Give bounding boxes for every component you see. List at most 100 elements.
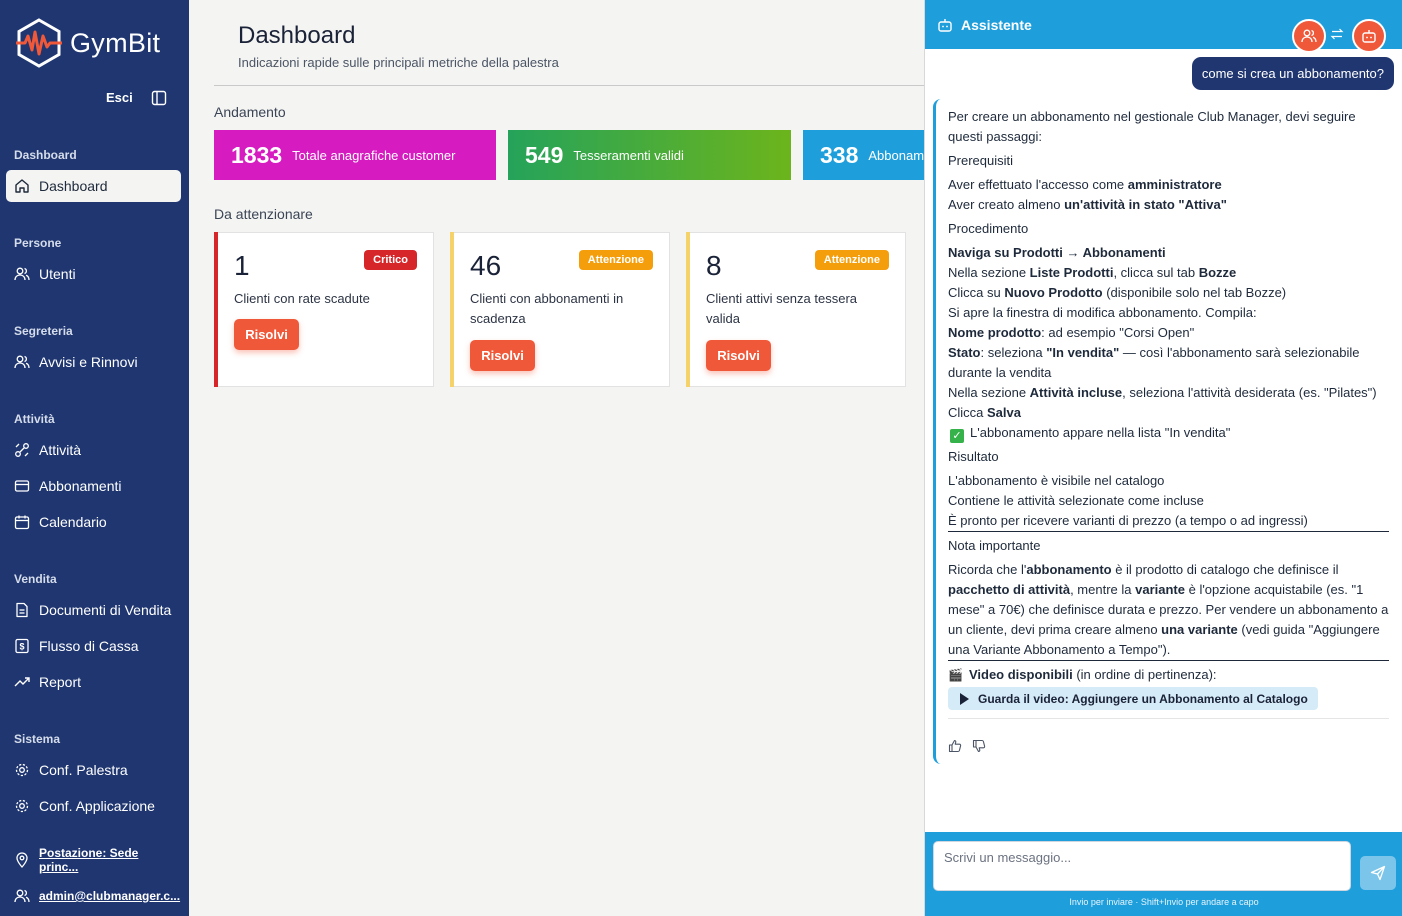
alert-description: Clienti con abbonamenti in scadenza: [470, 291, 624, 326]
resolve-button[interactable]: Risolvi: [706, 340, 771, 371]
sidebar-item-calendario[interactable]: Calendario: [6, 506, 181, 538]
sidebar-item-avvisi-rinnovi[interactable]: Avvisi e Rinnovi: [6, 346, 181, 378]
divider: [948, 531, 1389, 532]
answer-intro: Per creare un abbonamento nel gestionale…: [948, 109, 1356, 144]
gear-icon: [15, 763, 29, 777]
user-message-bubble: come si crea un abbonamento?: [1191, 57, 1394, 90]
metric-value: 1833: [231, 141, 283, 168]
procedure-step: Clicca Salva: [948, 405, 1021, 420]
procedure-step: Naviga su Prodotti → Abbonamenti: [948, 245, 1166, 260]
alert-card-senza-tessera: 8 Attenzione Clienti attivi senza tesser…: [686, 232, 906, 387]
procedure-step: Stato: seleziona "In vendita" — così l'a…: [948, 345, 1360, 380]
metric-label: Tesseramenti validi: [573, 147, 684, 163]
sidebar-item-label: Conf. Palestra: [39, 762, 128, 778]
sidebar-item-label: Attività: [39, 442, 82, 458]
trend-icon: [14, 677, 30, 687]
main-content: Dashboard Indicazioni rapide sulle princ…: [189, 0, 924, 916]
section-title-vendita: Vendita: [14, 572, 57, 586]
assistant-message-body: Per creare un abbonamento nel gestionale…: [948, 107, 1393, 719]
procedure-title: Procedimento: [948, 221, 1029, 236]
watch-video-button[interactable]: Guarda il video: Aggiungere un Abbonamen…: [948, 687, 1318, 710]
note-body: Ricorda che l'abbonamento è il prodotto …: [948, 562, 1389, 657]
metric-value: 549: [525, 141, 564, 168]
metric-tesseramenti[interactable]: 549 Tesseramenti validi: [508, 130, 791, 180]
note-title: Nota importante: [948, 538, 1041, 553]
section-title-dashboard: Dashboard: [14, 148, 77, 162]
user-account[interactable]: admin@clubmanager.c...: [6, 880, 181, 912]
sidebar-item-label: Dashboard: [39, 178, 108, 194]
sidebar-item-conf-palestra[interactable]: Conf. Palestra: [6, 754, 181, 786]
bot-mode-button[interactable]: [1352, 19, 1386, 53]
composer: Invio per inviare · Shift+Invio per anda…: [925, 832, 1402, 916]
card-accent-bar: [450, 232, 454, 387]
page-subtitle: Indicazioni rapide sulle principali metr…: [238, 55, 559, 70]
thumbs-up-icon[interactable]: [948, 739, 962, 753]
users-icon: [14, 355, 30, 369]
logo-hexagon-icon: [16, 18, 62, 68]
app-logo[interactable]: GymBit: [16, 18, 160, 68]
swap-icon[interactable]: [1330, 27, 1344, 41]
section-title-attivita: Attività: [14, 412, 55, 426]
result-item: L'abbonamento è visibile nel catalogo: [948, 473, 1165, 488]
user-icon: [14, 889, 30, 903]
checkmark-icon: ✓: [950, 429, 964, 443]
alert-card-abbonamenti-scadenza: 46 Attenzione Clienti con abbonamenti in…: [450, 232, 670, 387]
sidebar-item-attivita[interactable]: Attività: [6, 434, 181, 466]
page-title: Dashboard: [238, 22, 356, 49]
composer-hint: Invio per inviare · Shift+Invio per anda…: [1069, 897, 1259, 907]
human-support-button[interactable]: [1292, 19, 1326, 53]
send-button[interactable]: [1360, 856, 1396, 890]
sidebar-item-conf-applicazione[interactable]: Conf. Applicazione: [6, 790, 181, 822]
metric-value: 338: [820, 141, 859, 168]
sidebar-toggle-icon[interactable]: [151, 90, 167, 106]
sidebar-item-utenti[interactable]: Utenti: [6, 258, 181, 290]
card-accent-bar: [214, 232, 218, 387]
sidebar-item-documenti-vendita[interactable]: Documenti di Vendita: [6, 594, 181, 626]
svg-text:$: $: [19, 642, 24, 652]
sidebar-item-dashboard[interactable]: Dashboard: [6, 170, 181, 202]
procedure-step: ✓ L'abbonamento appare nella lista "In ve…: [948, 423, 1393, 443]
sidebar-item-label: Utenti: [39, 266, 76, 282]
assistant-message: Per creare un abbonamento nel gestionale…: [933, 99, 1395, 764]
feedback-row: [948, 739, 986, 753]
metric-label: Totale anagrafiche customer: [292, 147, 456, 163]
sidebar-item-abbonamenti[interactable]: Abbonamenti: [6, 470, 181, 502]
activity-icon: [15, 443, 29, 457]
trend-section-title: Andamento: [214, 104, 286, 120]
procedure-step: Clicca su Nuovo Prodotto (disponibile so…: [948, 285, 1287, 300]
result-item: È pronto per ricevere varianti di prezzo…: [948, 513, 1308, 528]
location-pin-icon: [16, 852, 28, 868]
procedure-step: Nella sezione Attività incluse, selezion…: [948, 385, 1377, 400]
header-divider: [214, 85, 924, 86]
location-selector[interactable]: Postazione: Sede princ...: [6, 844, 181, 876]
video-title: 🎬 Video disponibili (in ordine di pertine…: [948, 667, 1217, 682]
status-badge: Critico: [364, 250, 417, 270]
result-item: Contiene le attività selezionate come in…: [948, 493, 1204, 508]
document-icon: [16, 602, 28, 618]
card-icon: [14, 480, 30, 492]
resolve-button[interactable]: Risolvi: [234, 319, 299, 350]
sidebar: GymBit Esci Dashboard Dashboard Persone …: [0, 0, 189, 916]
thumbs-down-icon[interactable]: [972, 739, 986, 753]
resolve-button[interactable]: Risolvi: [470, 340, 535, 371]
film-icon: 🎬: [948, 668, 963, 682]
procedure-step: Nella sezione Liste Prodotti, clicca sul…: [948, 265, 1237, 280]
procedure-step: Si apre la finestra di modifica abboname…: [948, 305, 1257, 320]
assistant-header: Assistente: [925, 0, 1402, 53]
message-input[interactable]: [933, 841, 1351, 891]
attention-section-title: Da attenzionare: [214, 206, 313, 222]
metric-abbonamenti[interactable]: 338 Abbonamenti: [803, 130, 924, 180]
prereq-item: Aver effettuato l'accesso come amministr…: [948, 177, 1222, 192]
alert-count: 46: [470, 250, 502, 281]
sidebar-item-flusso-cassa[interactable]: $ Flusso di Cassa: [6, 630, 181, 662]
logout-button[interactable]: Esci: [106, 90, 133, 105]
metric-customers[interactable]: 1833 Totale anagrafiche customer: [214, 130, 496, 180]
home-icon: [15, 179, 29, 193]
divider: [948, 660, 1389, 661]
status-badge: Attenzione: [578, 250, 653, 270]
prereq-title: Prerequisiti: [948, 153, 1014, 168]
sidebar-item-label: Conf. Applicazione: [39, 798, 155, 814]
assistant-panel: Assistente come si crea un abbonamento? …: [924, 0, 1402, 916]
sidebar-item-report[interactable]: Report: [6, 666, 181, 698]
card-accent-bar: [686, 232, 690, 387]
